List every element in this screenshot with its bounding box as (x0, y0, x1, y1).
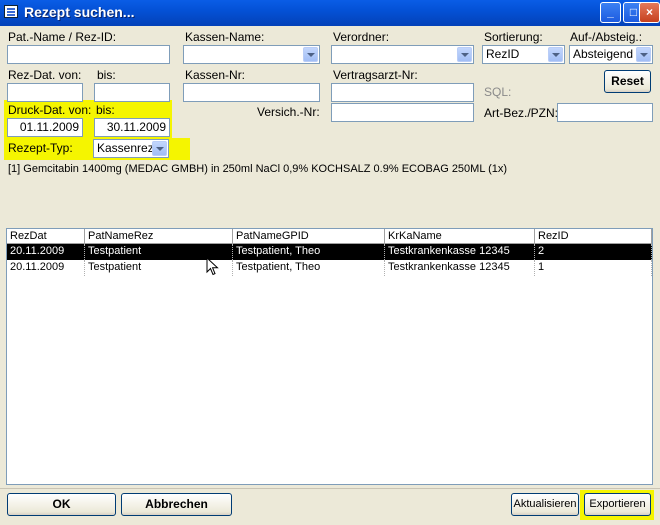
close-button[interactable]: × (639, 2, 660, 23)
patname-input[interactable] (7, 45, 170, 64)
label-rezdatbis: bis: (97, 68, 116, 82)
results-table[interactable]: RezDat PatNameRez PatNameGPID KrKaName R… (6, 228, 653, 485)
chevron-down-icon[interactable] (548, 47, 563, 62)
label-kassennr: Kassen-Nr: (185, 68, 246, 82)
chevron-down-icon[interactable] (636, 47, 651, 62)
cell-rezdat: 20.11.2009 (7, 260, 85, 276)
label-druckdatvon: Druck-Dat. von: (8, 103, 92, 117)
abbrechen-button-label: Abbrechen (145, 497, 208, 511)
chevron-down-icon[interactable] (457, 47, 472, 62)
cell-rezid: 2 (535, 244, 652, 260)
label-rezepttyp: Rezept-Typ: (8, 141, 73, 155)
kassennr-input[interactable] (183, 83, 320, 102)
label-kassenname: Kassen-Name: (185, 30, 265, 44)
label-versichnr: Versich.-Nr: (257, 105, 320, 119)
chevron-down-icon[interactable] (152, 141, 167, 156)
sortierung-value: RezID (486, 47, 520, 61)
reset-button[interactable]: Reset (604, 70, 651, 93)
verordner-select[interactable] (331, 45, 474, 64)
cell-krkaname: Testkrankenkasse 12345 (385, 244, 535, 260)
label-rezdatvon: Rez-Dat. von: (8, 68, 82, 82)
ok-button[interactable]: OK (7, 493, 116, 516)
rezepttyp-value: Kassenrez (97, 141, 154, 155)
column-header-patnamegpid[interactable]: PatNameGPID (233, 229, 385, 244)
kassenname-select[interactable] (183, 45, 320, 64)
aufabsteig-select[interactable]: Absteigend (569, 45, 653, 64)
druckdatbis-input[interactable]: 30.11.2009 (94, 118, 170, 137)
title-bar[interactable]: Rezept suchen... _ □ × (0, 0, 660, 26)
cell-patnamegpid: Testpatient, Theo (233, 260, 385, 276)
label-aufabsteig: Auf-/Absteig.: (570, 30, 643, 44)
rezdatbis-input[interactable] (94, 83, 170, 102)
sortierung-select[interactable]: RezID (482, 45, 565, 64)
label-artbez: Art-Bez./PZN: (484, 106, 559, 120)
column-header-rezdat[interactable]: RezDat (7, 229, 85, 244)
cell-rezdat: 20.11.2009 (7, 244, 85, 260)
exportieren-button[interactable]: Exportieren (584, 493, 651, 516)
label-druckdatbis: bis: (96, 103, 115, 117)
druckdatvon-input[interactable]: 01.11.2009 (7, 118, 83, 137)
table-header: RezDat PatNameRez PatNameGPID KrKaName R… (7, 229, 652, 244)
ok-button-label: OK (52, 497, 71, 511)
aktualisieren-button[interactable]: Aktualisieren (511, 493, 579, 516)
label-vertragsarztnr: Vertragsarzt-Nr: (333, 68, 418, 82)
aufabsteig-value: Absteigend (573, 47, 634, 61)
artbez-input[interactable] (557, 103, 653, 122)
minimize-button[interactable]: _ (600, 2, 621, 23)
footer-divider (0, 488, 660, 489)
cell-krkaname: Testkrankenkasse 12345 (385, 260, 535, 276)
rezepttyp-select[interactable]: Kassenrez (93, 139, 169, 158)
table-row[interactable]: 20.11.2009 Testpatient Testpatient, Theo… (7, 244, 652, 260)
label-patname: Pat.-Name / Rez-ID: (8, 30, 117, 44)
table-row[interactable]: 20.11.2009 Testpatient Testpatient, Theo… (7, 260, 652, 276)
window-title: Rezept suchen... (24, 4, 135, 20)
column-header-krkaname[interactable]: KrKaName (385, 229, 535, 244)
recipe-info-text: [1] Gemcitabin 1400mg (MEDAC GMBH) in 25… (8, 163, 508, 175)
cell-rezid: 1 (535, 260, 652, 276)
mouse-cursor-icon (206, 257, 219, 276)
cell-patnamegpid: Testpatient, Theo (233, 244, 385, 260)
abbrechen-button[interactable]: Abbrechen (121, 493, 232, 516)
label-verordner: Verordner: (333, 30, 390, 44)
vertragsarztnr-input[interactable] (331, 83, 474, 102)
column-header-rezid[interactable]: RezID (535, 229, 652, 244)
label-sql: SQL: (484, 85, 512, 99)
rezdatvon-input[interactable] (7, 83, 83, 102)
label-sortierung: Sortierung: (484, 30, 543, 44)
search-recipe-dialog: Rezept suchen... _ □ × Pat.-Name / Rez-I… (0, 0, 660, 525)
chevron-down-icon[interactable] (303, 47, 318, 62)
versichnr-input[interactable] (331, 103, 474, 122)
document-list-icon (4, 5, 18, 18)
column-header-patnamerez[interactable]: PatNameRez (85, 229, 233, 244)
